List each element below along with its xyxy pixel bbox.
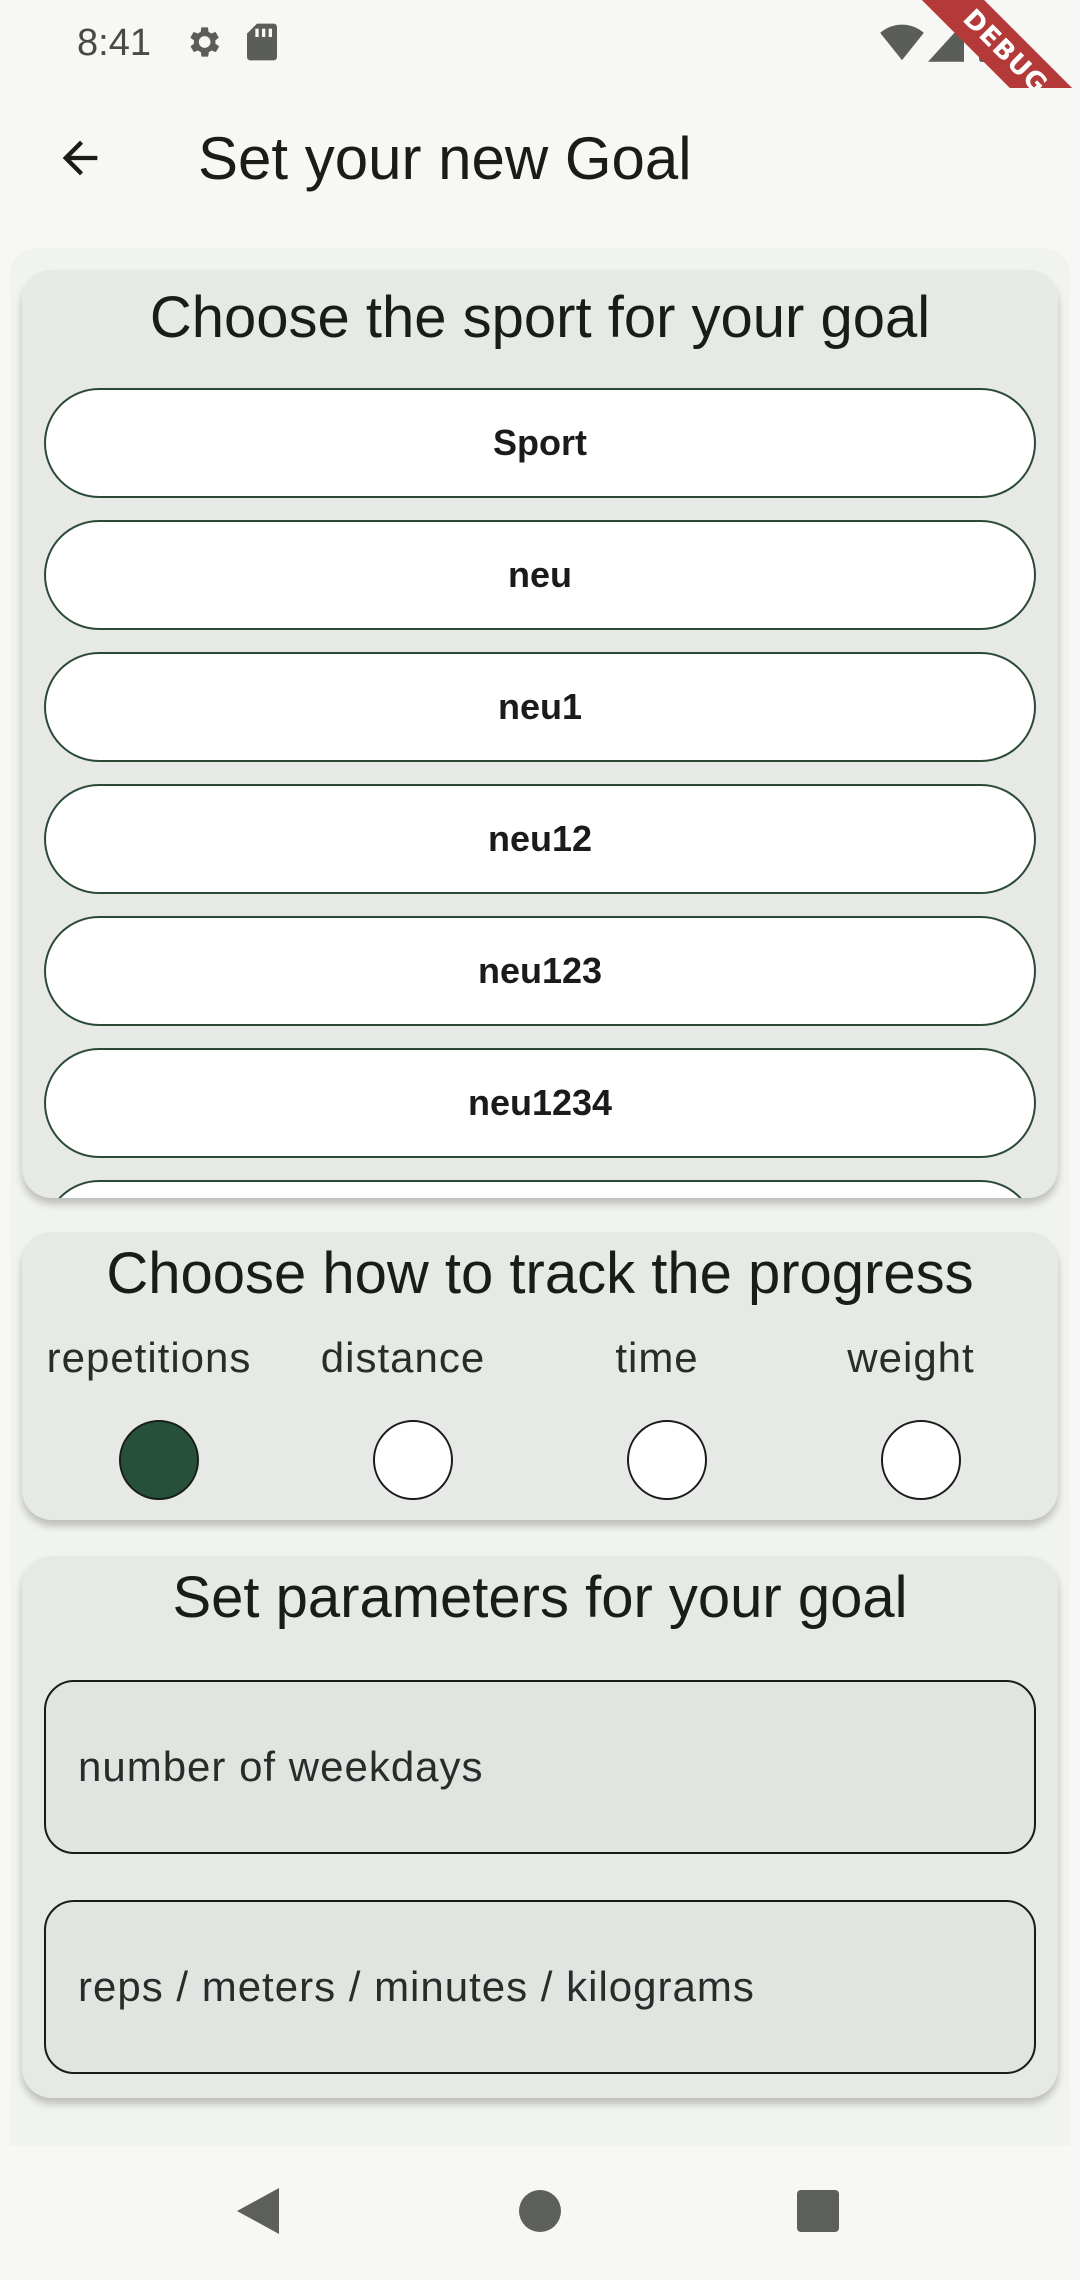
sport-option[interactable] [44, 1180, 1036, 1198]
tracking-label-weight: weight [847, 1334, 975, 1381]
sport-option[interactable]: neu1 [44, 652, 1036, 762]
amount-placeholder: reps / meters / minutes / kilograms [78, 1963, 755, 2010]
tracking-label-distance: distance [320, 1334, 486, 1381]
status-time: 8:41 [77, 22, 151, 64]
radio-time[interactable] [627, 1420, 707, 1500]
sport-section-title: Choose the sport for your goal [149, 285, 931, 350]
wifi-icon [880, 22, 924, 62]
weekdays-field[interactable]: number of weekdays [44, 1680, 1036, 1854]
amount-field[interactable]: reps / meters / minutes / kilograms [44, 1900, 1036, 2074]
tracking-label-time: time [615, 1334, 699, 1381]
sport-option[interactable]: neu123 [44, 916, 1036, 1026]
sport-option[interactable]: neu1234 [44, 1048, 1036, 1158]
sport-option[interactable]: Sport [44, 388, 1036, 498]
status-bar: 8:41 DEBUG [0, 0, 1080, 160]
sport-option[interactable]: neu [44, 520, 1036, 630]
tracking-label-repetitions: repetitions [46, 1334, 252, 1381]
parameters-section-title: Set parameters for your goal [172, 1565, 908, 1630]
tracking-method-card: Choose how to track the progress repetit… [22, 1232, 1058, 1520]
page-title: Set your new Goal [198, 125, 692, 192]
home-circle-icon[interactable] [518, 2186, 562, 2236]
goal-form[interactable]: Sport neu neu1 neu12 neu123 neu1234 Choo… [10, 248, 1070, 2146]
sport-selection-card: Sport neu neu1 neu12 neu123 neu1234 Choo… [22, 270, 1058, 1198]
tracking-section-title: Choose how to track the progress [106, 1241, 974, 1306]
radio-repetitions[interactable] [119, 1420, 199, 1500]
goal-parameters-card: Set parameters for your goal number of w… [22, 1556, 1058, 2098]
recents-square-icon[interactable] [796, 2186, 840, 2236]
system-nav-bar [0, 2146, 1080, 2280]
arrow-left-icon [62, 140, 98, 176]
sport-option[interactable]: neu12 [44, 784, 1036, 894]
sd-card-icon [244, 22, 280, 62]
back-triangle-icon[interactable] [235, 2186, 281, 2236]
gear-icon [183, 22, 223, 62]
weekdays-placeholder: number of weekdays [78, 1743, 484, 1790]
radio-weight[interactable] [881, 1420, 961, 1500]
back-button[interactable] [40, 118, 120, 198]
radio-distance[interactable] [373, 1420, 453, 1500]
app-bar: Set your new Goal [0, 88, 1080, 232]
sport-list[interactable]: Sport neu neu1 neu12 neu123 neu1234 [22, 270, 1058, 1198]
